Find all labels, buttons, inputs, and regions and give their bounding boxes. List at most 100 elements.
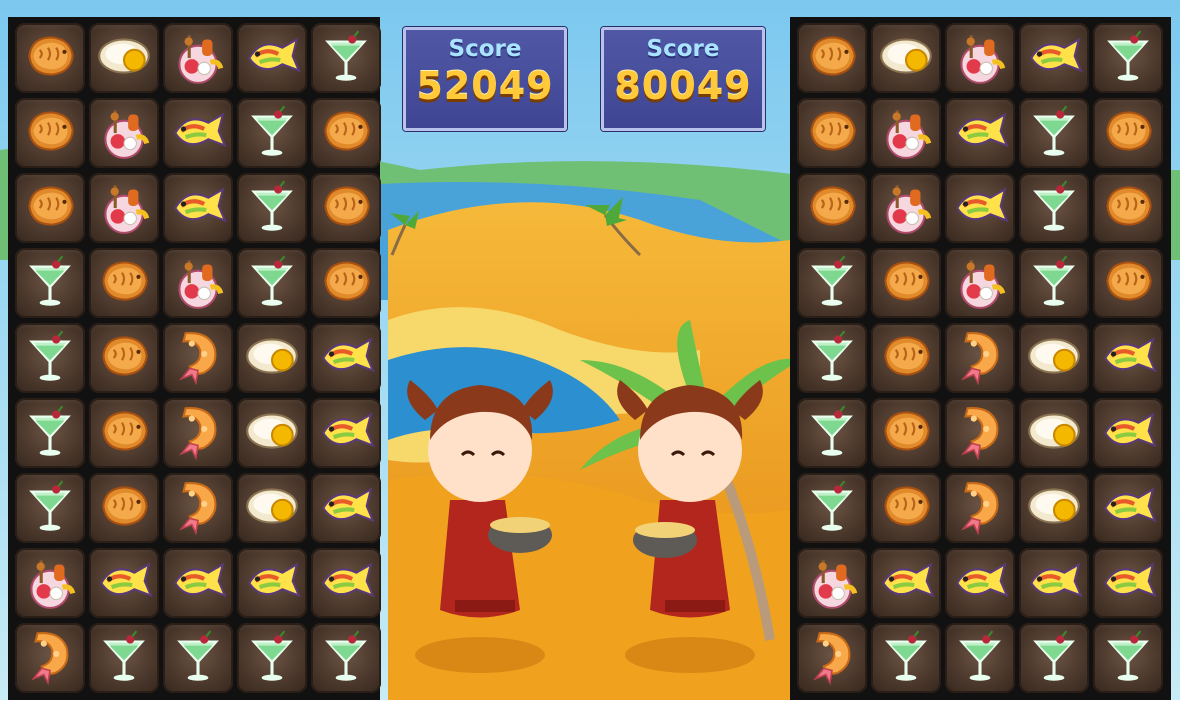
right-tile-fish-cake[interactable]	[871, 473, 941, 543]
left-tile-yellow-fish[interactable]	[311, 398, 381, 468]
right-tile-cocktail[interactable]	[945, 623, 1015, 693]
right-tile-yellow-fish[interactable]	[1093, 398, 1163, 468]
yellow-fish-icon	[1097, 475, 1159, 541]
left-tile-egg-dish[interactable]	[237, 473, 307, 543]
right-tile-fish-cake[interactable]	[871, 248, 941, 318]
right-tile-skewer-platter[interactable]	[871, 98, 941, 168]
left-tile-egg-dish[interactable]	[237, 398, 307, 468]
left-tile-fish-cake[interactable]	[89, 398, 159, 468]
right-tile-egg-dish[interactable]	[1019, 323, 1089, 393]
right-tile-skewer-platter[interactable]	[797, 548, 867, 618]
right-tile-cocktail[interactable]	[1019, 98, 1089, 168]
right-tile-yellow-fish[interactable]	[1019, 548, 1089, 618]
right-tile-egg-dish[interactable]	[1019, 398, 1089, 468]
right-tile-yellow-fish[interactable]	[1093, 548, 1163, 618]
right-tile-egg-dish[interactable]	[1019, 473, 1089, 543]
left-tile-fried-shrimp[interactable]	[163, 473, 233, 543]
left-tile-cocktail[interactable]	[237, 248, 307, 318]
left-tile-fish-cake[interactable]	[89, 323, 159, 393]
left-tile-cocktail[interactable]	[311, 623, 381, 693]
yellow-fish-icon	[875, 550, 937, 616]
left-tile-fish-cake[interactable]	[15, 98, 85, 168]
left-tile-egg-dish[interactable]	[89, 23, 159, 93]
right-tile-skewer-platter[interactable]	[871, 173, 941, 243]
right-tile-fish-cake[interactable]	[1093, 98, 1163, 168]
fish-cake-icon	[875, 475, 937, 541]
left-tile-fish-cake[interactable]	[89, 473, 159, 543]
left-tile-skewer-platter[interactable]	[163, 23, 233, 93]
left-tile-yellow-fish[interactable]	[163, 173, 233, 243]
left-tile-yellow-fish[interactable]	[311, 548, 381, 618]
left-tile-yellow-fish[interactable]	[163, 548, 233, 618]
left-tile-cocktail[interactable]	[15, 473, 85, 543]
right-tile-cocktail[interactable]	[871, 623, 941, 693]
right-tile-cocktail[interactable]	[797, 398, 867, 468]
left-tile-yellow-fish[interactable]	[311, 323, 381, 393]
right-tile-fish-cake[interactable]	[797, 98, 867, 168]
right-tile-fish-cake[interactable]	[1093, 248, 1163, 318]
left-tile-yellow-fish[interactable]	[237, 548, 307, 618]
right-tile-fish-cake[interactable]	[797, 173, 867, 243]
left-tile-cocktail[interactable]	[15, 398, 85, 468]
right-tile-skewer-platter[interactable]	[945, 23, 1015, 93]
right-tile-yellow-fish[interactable]	[1093, 323, 1163, 393]
left-tile-fish-cake[interactable]	[15, 23, 85, 93]
left-tile-cocktail[interactable]	[237, 623, 307, 693]
left-tile-cocktail[interactable]	[311, 23, 381, 93]
right-tile-fried-shrimp[interactable]	[945, 323, 1015, 393]
right-tile-fish-cake[interactable]	[797, 23, 867, 93]
left-tile-fish-cake[interactable]	[89, 248, 159, 318]
left-tile-fish-cake[interactable]	[311, 248, 381, 318]
right-tile-fish-cake[interactable]	[1093, 173, 1163, 243]
left-tile-cocktail[interactable]	[163, 623, 233, 693]
right-tile-cocktail[interactable]	[1019, 623, 1089, 693]
right-tile-yellow-fish[interactable]	[871, 548, 941, 618]
right-tile-egg-dish[interactable]	[871, 23, 941, 93]
right-tile-yellow-fish[interactable]	[945, 548, 1015, 618]
left-tile-fried-shrimp[interactable]	[163, 398, 233, 468]
right-tile-cocktail[interactable]	[797, 248, 867, 318]
right-tile-yellow-fish[interactable]	[945, 173, 1015, 243]
left-tile-egg-dish[interactable]	[237, 323, 307, 393]
left-tile-yellow-fish[interactable]	[163, 98, 233, 168]
right-tile-yellow-fish[interactable]	[1019, 23, 1089, 93]
left-tile-fish-cake[interactable]	[311, 98, 381, 168]
right-tile-cocktail[interactable]	[797, 323, 867, 393]
left-tile-skewer-platter[interactable]	[89, 98, 159, 168]
right-tile-skewer-platter[interactable]	[945, 248, 1015, 318]
fish-cake-icon	[19, 175, 81, 241]
left-tile-fried-shrimp[interactable]	[15, 623, 85, 693]
left-tile-cocktail[interactable]	[15, 323, 85, 393]
right-tile-cocktail[interactable]	[797, 473, 867, 543]
right-tile-fried-shrimp[interactable]	[945, 398, 1015, 468]
right-tile-yellow-fish[interactable]	[1093, 473, 1163, 543]
right-tile-cocktail[interactable]	[1019, 173, 1089, 243]
left-tile-cocktail[interactable]	[15, 248, 85, 318]
left-tile-yellow-fish[interactable]	[311, 473, 381, 543]
right-tile-fish-cake[interactable]	[871, 323, 941, 393]
left-tile-skewer-platter[interactable]	[89, 173, 159, 243]
right-tile-cocktail[interactable]	[1019, 248, 1089, 318]
right-tile-yellow-fish[interactable]	[945, 98, 1015, 168]
left-tile-cocktail[interactable]	[237, 173, 307, 243]
left-tile-fried-shrimp[interactable]	[163, 323, 233, 393]
right-tile-cocktail[interactable]	[1093, 23, 1163, 93]
right-tile-fried-shrimp[interactable]	[797, 623, 867, 693]
right-tile-fried-shrimp[interactable]	[945, 473, 1015, 543]
right-tile-fish-cake[interactable]	[871, 398, 941, 468]
yellow-fish-icon	[167, 175, 229, 241]
left-tile-skewer-platter[interactable]	[163, 248, 233, 318]
skewer-platter-icon	[875, 175, 937, 241]
left-tile-yellow-fish[interactable]	[237, 23, 307, 93]
left-tile-fish-cake[interactable]	[311, 173, 381, 243]
left-tile-skewer-platter[interactable]	[15, 548, 85, 618]
left-tile-yellow-fish[interactable]	[89, 548, 159, 618]
left-tile-cocktail[interactable]	[237, 98, 307, 168]
left-tile-cocktail[interactable]	[89, 623, 159, 693]
left-tile-fish-cake[interactable]	[15, 173, 85, 243]
fish-cake-icon	[19, 100, 81, 166]
cocktail-icon	[241, 100, 303, 166]
yellow-fish-icon	[241, 550, 303, 616]
fish-cake-icon	[1097, 175, 1159, 241]
right-tile-cocktail[interactable]	[1093, 623, 1163, 693]
